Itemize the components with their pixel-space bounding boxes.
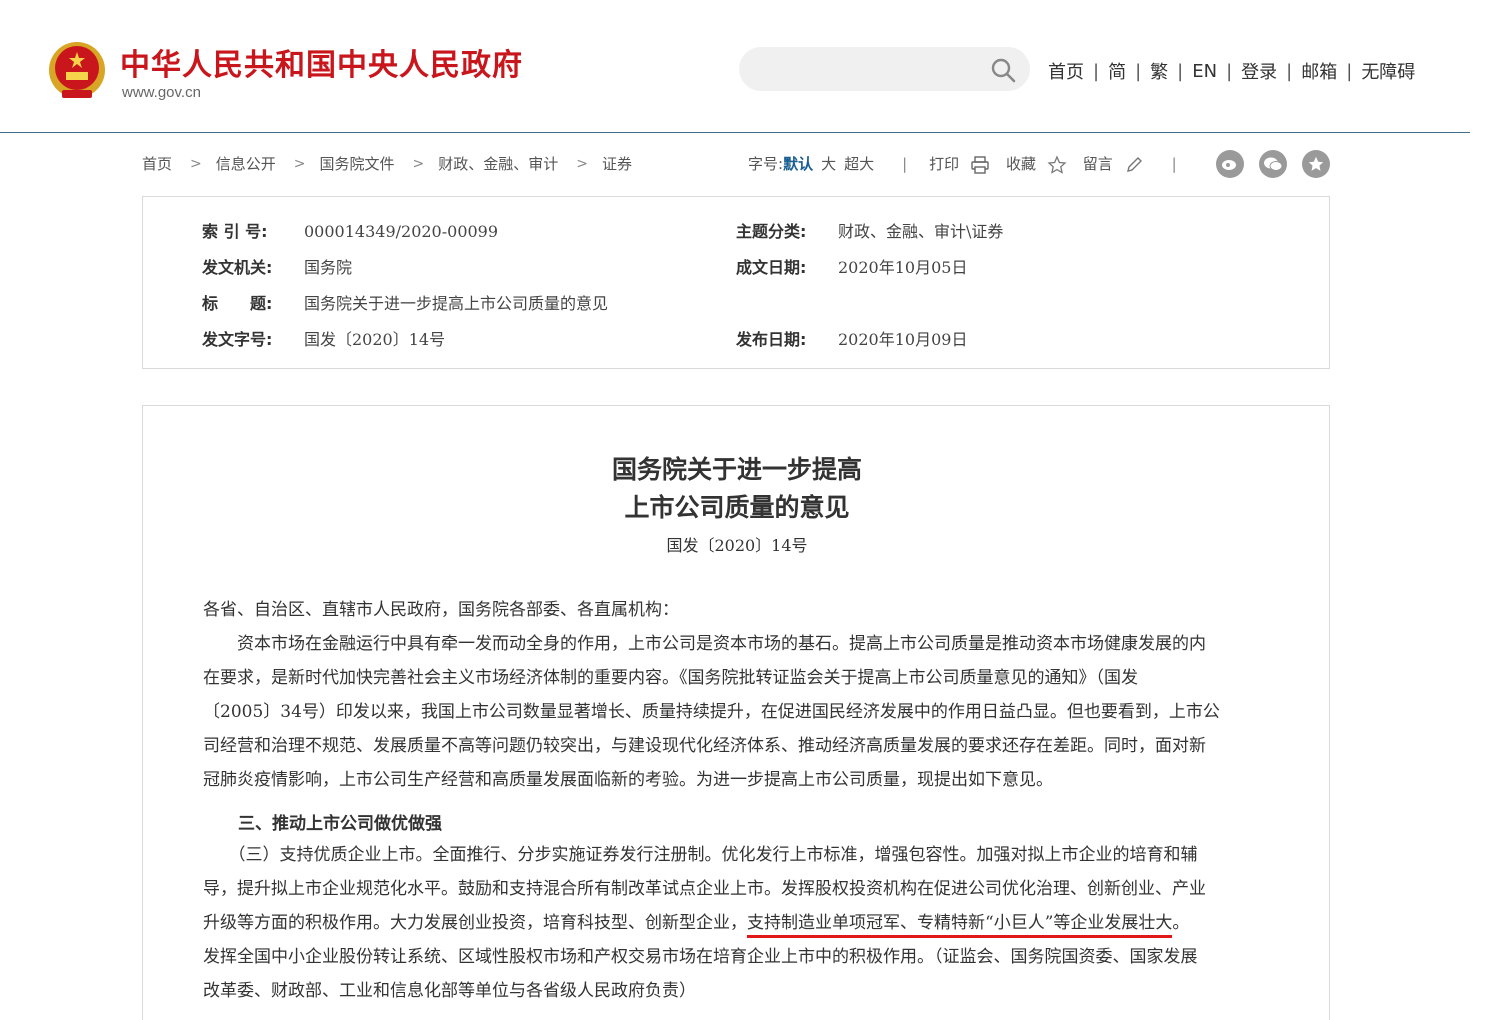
article-title-line-1: 国务院关于进一步提高 bbox=[611, 455, 862, 484]
info-index-row: 索 引 号: 000014349/2020-00099 bbox=[202, 218, 498, 242]
info-created-row: 成文日期: 2020年10月05日 bbox=[736, 254, 967, 278]
favorite-share-icon[interactable] bbox=[1302, 150, 1330, 178]
font-xlarge-button[interactable]: 超大 bbox=[844, 153, 874, 174]
star-icon bbox=[1047, 154, 1067, 174]
header-divider bbox=[0, 132, 1470, 133]
breadcrumb-info-public[interactable]: 信息公开 bbox=[216, 153, 276, 174]
nav-home[interactable]: 首页 bbox=[1048, 58, 1084, 84]
pencil-icon bbox=[1126, 156, 1142, 172]
chevron-right-icon: > bbox=[293, 155, 306, 172]
comment-button[interactable]: 留言 bbox=[1083, 153, 1144, 175]
comment-label: 留言 bbox=[1082, 155, 1113, 173]
info-topic-row: 主题分类: 财政、金融、审计\证券 bbox=[736, 218, 1003, 242]
intro-paragraph: 资本市场在金融运行中具有牵一发而动全身的作用，上市公司是资本市场的基石。提高上市… bbox=[203, 627, 1271, 797]
national-emblem-logo[interactable] bbox=[46, 40, 108, 102]
article-doc-number: 国发〔2020〕14号 bbox=[666, 536, 808, 555]
info-docno-label: 发文字号: bbox=[202, 330, 273, 349]
info-created-label: 成文日期: bbox=[736, 258, 807, 277]
highlight-after: 。 bbox=[1172, 913, 1190, 933]
info-index-value: 000014349/2020-00099 bbox=[304, 222, 499, 241]
info-title-label: 标 题: bbox=[202, 294, 273, 313]
favorite-button[interactable]: 收藏 bbox=[1006, 153, 1067, 175]
paragraph-line: 司经营和治理不规范、发展质量不高等问题仍较突出，与建设现代化经济体系、推动经济高… bbox=[203, 736, 1206, 756]
paragraph-line: 导，提升拟上市企业规范化水平。鼓励和支持混合所有制改革试点企业上市。发挥股权投资… bbox=[203, 879, 1206, 899]
info-docno-row: 发文字号: 国发〔2020〕14号 bbox=[202, 326, 445, 350]
section-heading: 三、推动上市公司做优做强 bbox=[238, 814, 442, 834]
section-paragraph: （三）支持优质企业上市。全面推行、分步实施证券发行注册制。优化发行上市标准，增强… bbox=[203, 838, 1271, 1008]
font-large-button[interactable]: 大 bbox=[821, 153, 836, 174]
info-title-value: 国务院关于进一步提高上市公司质量的意见 bbox=[304, 294, 609, 313]
chevron-right-icon: > bbox=[576, 155, 588, 172]
info-issuer-label: 发文机关: bbox=[202, 258, 273, 277]
nav-separator: | bbox=[1093, 60, 1100, 82]
info-topic-label: 主题分类: bbox=[736, 222, 807, 241]
article-title-line-2: 上市公司质量的意见 bbox=[624, 493, 850, 522]
salutation-text: 各省、自治区、直辖市人民政府，国务院各部委、各直属机构： bbox=[203, 600, 679, 620]
font-default-button[interactable]: 默认 bbox=[783, 153, 813, 174]
nav-traditional[interactable]: 繁 bbox=[1150, 58, 1168, 84]
info-index-label: 索 引 号: bbox=[202, 222, 268, 241]
article-toolbar: 字号: 默认 大 超大 | 打印 收藏 留言 | bbox=[748, 153, 1199, 175]
info-published-row: 发布日期: 2020年10月09日 bbox=[736, 326, 967, 350]
nav-separator: | bbox=[1177, 60, 1184, 82]
top-nav: 首页 | 简 | 繁 | EN | 登录 | 邮箱 | 无障碍 bbox=[1048, 58, 1415, 84]
paragraph-line: 冠肺炎疫情影响，上市公司生产经营和高质量发展面临新的考验。为进一步提高上市公司质… bbox=[203, 770, 1053, 790]
nav-english[interactable]: EN bbox=[1192, 61, 1217, 82]
info-published-value: 2020年10月09日 bbox=[838, 330, 968, 349]
chevron-right-icon: > bbox=[190, 155, 202, 172]
wechat-share-icon[interactable] bbox=[1259, 150, 1287, 178]
info-created-value: 2020年10月05日 bbox=[838, 258, 968, 277]
breadcrumb-finance[interactable]: 财政、金融、审计 bbox=[438, 153, 558, 174]
salutation: 各省、自治区、直辖市人民政府，国务院各部委、各直属机构： bbox=[203, 593, 1271, 627]
site-header: 中华人民共和国中央人民政府 www.gov.cn 首页 | 简 | 繁 | EN… bbox=[0, 0, 1495, 133]
weibo-share-icon[interactable] bbox=[1216, 150, 1244, 178]
paragraph-line: 改革委、财政部、工业和信息化部等单位与各省级人民政府负责） bbox=[203, 981, 696, 1001]
paragraph-line: 资本市场在金融运行中具有牵一发而动全身的作用，上市公司是资本市场的基石。提高上市… bbox=[203, 634, 1206, 654]
printer-icon bbox=[971, 155, 989, 174]
info-issuer-value: 国务院 bbox=[304, 258, 353, 277]
toolbar-separator: | bbox=[1171, 154, 1177, 173]
highlight-before: 升级等方面的积极作用。大力发展创业投资，培育科技型、创新型企业， bbox=[203, 913, 747, 933]
search-icon[interactable] bbox=[990, 57, 1016, 83]
nav-separator: | bbox=[1286, 60, 1293, 82]
nav-simplified[interactable]: 简 bbox=[1108, 58, 1126, 84]
toolbar-separator: | bbox=[902, 154, 908, 173]
nav-separator: | bbox=[1135, 60, 1142, 82]
nav-separator: | bbox=[1226, 60, 1233, 82]
site-url[interactable]: www.gov.cn bbox=[122, 84, 201, 101]
breadcrumb-state-council-docs[interactable]: 国务院文件 bbox=[320, 153, 395, 174]
highlighted-text: 支持制造业单项冠军、专精特新“小巨人”等企业发展壮大 bbox=[747, 913, 1173, 938]
info-topic-value: 财政、金融、审计\证券 bbox=[838, 222, 1004, 241]
paragraph-line: 在要求，是新时代加快完善社会主义市场经济体制的重要内容。《国务院批转证监会关于提… bbox=[203, 668, 1138, 688]
article-body: 国务院关于进一步提高 上市公司质量的意见 国发〔2020〕14号 各省、自治区、… bbox=[142, 405, 1330, 1020]
site-title[interactable]: 中华人民共和国中央人民政府 bbox=[120, 40, 523, 84]
favorite-label: 收藏 bbox=[1005, 155, 1036, 173]
nav-mail[interactable]: 邮箱 bbox=[1301, 58, 1337, 84]
breadcrumb-home[interactable]: 首页 bbox=[142, 153, 172, 174]
info-published-label: 发布日期: bbox=[736, 330, 807, 349]
paragraph-line: 发挥全国中小企业股份转让系统、区域性股权市场和产权交易市场在培育企业上市中的积极… bbox=[203, 947, 1198, 967]
document-info-box: 索 引 号: 000014349/2020-00099 主题分类: 财政、金融、审计… bbox=[142, 196, 1330, 369]
print-label: 打印 bbox=[929, 155, 960, 173]
info-title-row: 标 题: 国务院关于进一步提高上市公司质量的意见 bbox=[202, 290, 608, 314]
font-size-label: 字号: bbox=[748, 155, 784, 174]
nav-accessibility[interactable]: 无障碍 bbox=[1361, 58, 1415, 84]
info-docno-value: 国发〔2020〕14号 bbox=[304, 330, 446, 349]
chevron-right-icon: > bbox=[412, 155, 425, 172]
search-input[interactable] bbox=[739, 47, 1030, 91]
info-issuer-row: 发文机关: 国务院 bbox=[202, 254, 352, 278]
paragraph-line: 〔2005〕34号）印发以来，我国上市公司数量显著增长、质量持续提升，在促进国民… bbox=[203, 702, 1220, 722]
paragraph-line-highlight: 升级等方面的积极作用。大力发展创业投资，培育科技型、创新型企业，支持制造业单项冠… bbox=[203, 906, 1271, 940]
nav-login[interactable]: 登录 bbox=[1241, 58, 1277, 84]
nav-separator: | bbox=[1346, 60, 1353, 82]
paragraph-line: （三）支持优质企业上市。全面推行、分步实施证券发行注册制。优化发行上市标准，增强… bbox=[203, 845, 1198, 865]
breadcrumb-securities[interactable]: 证券 bbox=[602, 153, 632, 174]
breadcrumb: 首页 > 信息公开 > 国务院文件 > 财政、金融、审计 > 证券 bbox=[142, 153, 632, 174]
print-button[interactable]: 打印 bbox=[929, 153, 990, 175]
